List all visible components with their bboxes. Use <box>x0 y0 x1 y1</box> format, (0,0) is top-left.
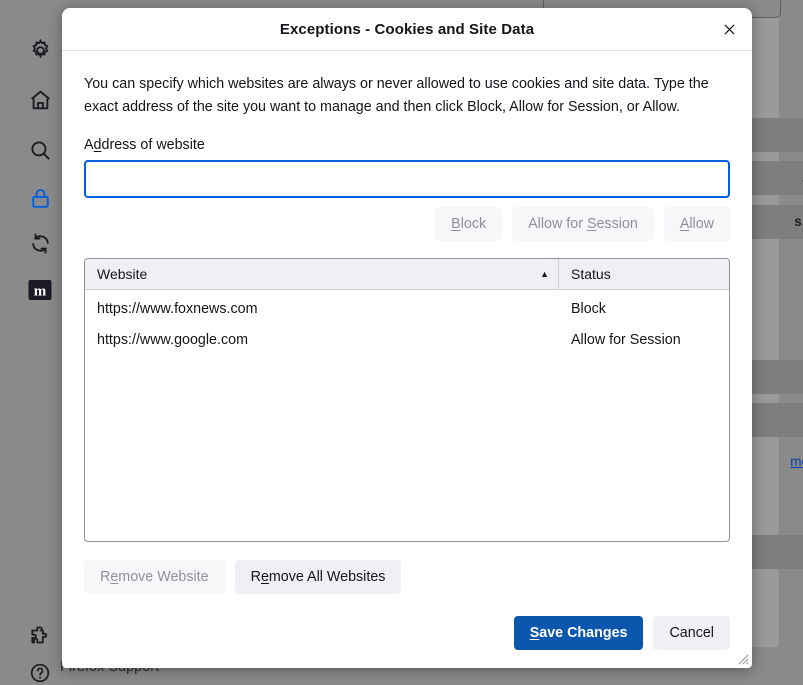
learn-more-link[interactable]: more <box>790 454 803 469</box>
permission-button-group: Block Allow for Session Allow <box>84 207 730 242</box>
remove-website-button[interactable]: Remove Website <box>84 560 225 594</box>
bg-partial-button[interactable]: ... <box>749 161 803 195</box>
allow-session-prefix: Allow for <box>528 216 587 233</box>
bg-partial-button[interactable] <box>749 118 803 152</box>
table-row[interactable]: https://www.foxnews.com Block <box>85 293 729 324</box>
dialog-footer: Save Changes Cancel <box>62 594 752 668</box>
address-label-suffix: dress of website <box>101 137 205 154</box>
cancel-prefix: Cancel <box>669 625 714 641</box>
cancel-button[interactable]: Cancel <box>653 616 730 650</box>
remove-all-websites-button[interactable]: Remove All Websites <box>234 560 402 594</box>
dialog-title: Exceptions - Cookies and Site Data <box>279 20 535 38</box>
address-label-accesskey: d <box>93 137 102 154</box>
allow-session-suffix: ession <box>596 216 638 233</box>
dialog-titlebar: Exceptions - Cookies and Site Data <box>62 8 752 51</box>
row-status-cell: Allow for Session <box>571 331 681 348</box>
bg-partial-button[interactable]: .. <box>749 535 803 569</box>
save-changes-suffix: ave Changes <box>539 625 628 641</box>
row-website-cell: https://www.foxnews.com <box>97 300 258 317</box>
remove-all-accesskey: e <box>260 569 269 585</box>
search-icon[interactable] <box>25 135 55 165</box>
dialog-body: You can specify which websites are alway… <box>62 51 752 594</box>
exceptions-dialog: Exceptions - Cookies and Site Data You c… <box>62 8 752 668</box>
website-column-header[interactable]: Website ▲ <box>85 259 559 290</box>
remove-button-group: Remove Website Remove All Websites <box>84 542 730 594</box>
save-changes-button[interactable]: Save Changes <box>513 616 644 650</box>
remove-website-prefix: R <box>100 569 111 585</box>
status-column-label: Status <box>571 266 611 283</box>
row-status-cell: Block <box>571 300 606 317</box>
home-icon[interactable] <box>25 85 55 115</box>
block-button[interactable]: Block <box>435 207 503 242</box>
status-column-header[interactable]: Status <box>559 259 729 289</box>
address-of-website-input[interactable] <box>84 160 730 199</box>
website-column-label: Website <box>97 266 148 283</box>
exceptions-list-panel: Website ▲ Status https://www.foxnews.com… <box>84 258 730 542</box>
close-icon[interactable] <box>714 14 744 44</box>
remove-all-suffix: move All Websites <box>268 569 386 585</box>
table-row[interactable]: https://www.google.com Allow for Session <box>85 324 729 355</box>
exceptions-table-header: Website ▲ Status <box>85 259 729 291</box>
save-changes-accesskey: S <box>529 625 540 641</box>
help-question-icon[interactable] <box>25 658 55 685</box>
bg-partial-button[interactable]: s... <box>749 205 803 239</box>
remove-all-prefix: R <box>250 569 261 585</box>
mozilla-m-icon[interactable]: m <box>25 275 55 305</box>
allow-button-suffix: llow <box>689 216 714 233</box>
gear-icon[interactable] <box>25 35 55 65</box>
row-website-cell: https://www.google.com <box>97 331 248 348</box>
dialog-description: You can specify which websites are alway… <box>84 76 709 116</box>
sync-icon[interactable] <box>25 228 55 258</box>
bg-partial-button[interactable]: . <box>749 403 803 437</box>
block-button-suffix: lock <box>460 216 487 233</box>
bg-partial-button[interactable] <box>749 360 803 394</box>
extensions-puzzle-icon[interactable] <box>25 620 55 650</box>
sort-ascending-icon: ▲ <box>540 268 549 279</box>
resize-grip[interactable] <box>735 651 749 665</box>
address-label-prefix: A <box>84 137 94 154</box>
allow-button[interactable]: Allow <box>663 207 730 242</box>
address-of-website-label: Address of website <box>84 137 730 153</box>
allow-button-accesskey: A <box>679 216 690 233</box>
block-button-accesskey: B <box>451 216 461 233</box>
exceptions-table-body[interactable]: https://www.foxnews.com Block https://ww… <box>85 290 729 541</box>
allow-for-session-button[interactable]: Allow for Session <box>512 207 654 242</box>
lock-icon[interactable] <box>25 183 55 213</box>
remove-website-suffix: move Website <box>118 569 209 585</box>
svg-text:m: m <box>34 284 47 300</box>
